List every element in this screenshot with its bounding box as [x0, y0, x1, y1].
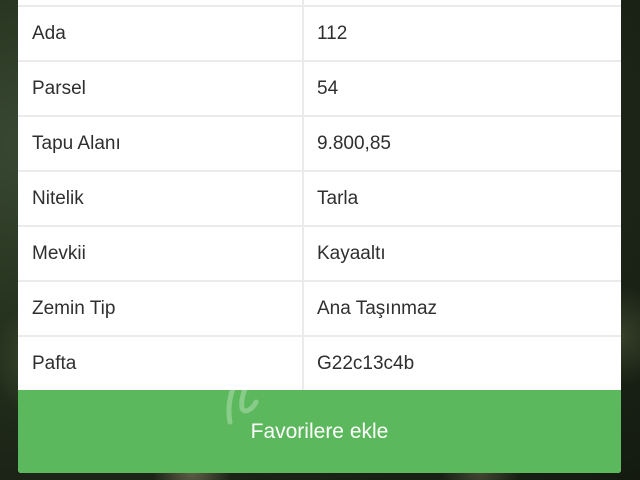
- watermark-logo-icon: [226, 362, 259, 425]
- row-label-parsel: Parsel: [18, 61, 304, 117]
- row-value-parsel: 54: [303, 61, 621, 117]
- row-label-ada: Ada: [18, 6, 304, 62]
- row-value-nitelik: Tarla: [303, 171, 621, 227]
- property-details-table: Ada 112 Parsel 54 Tapu Alanı 9.800,85 Ni…: [18, 0, 621, 391]
- row-value-pafta: G22c13c4b: [317, 353, 415, 374]
- table-row: Parsel 54: [18, 61, 621, 117]
- row-label-nitelik: Nitelik: [18, 171, 304, 227]
- row-value-zemin-tip: Ana Taşınmaz: [303, 281, 621, 337]
- row-label-tapu-alani: Tapu Alanı: [18, 116, 304, 172]
- table-row: Zemin Tip Ana Taşınmaz: [18, 281, 621, 337]
- table-row: Ada 112: [18, 6, 621, 62]
- row-label-mevkii: Mevkii: [18, 226, 304, 282]
- row-value-tapu-alani: 9.800,85: [303, 116, 621, 172]
- row-value-ada: 112: [303, 6, 621, 62]
- table-row: Nitelik Tarla: [18, 171, 621, 227]
- add-to-favorites-button[interactable]: Favorilere ekle: [18, 390, 621, 473]
- row-value-mevkii: Kayaaltı: [303, 226, 621, 282]
- row-label-zemin-tip: Zemin Tip: [18, 281, 304, 337]
- table-row: Pafta G22c13c4b: [18, 336, 621, 391]
- table-row: Tapu Alanı 9.800,85: [18, 116, 621, 172]
- property-info-card: Ada 112 Parsel 54 Tapu Alanı 9.800,85 Ni…: [18, 0, 621, 473]
- table-row: Mevkii Kayaaltı: [18, 226, 621, 282]
